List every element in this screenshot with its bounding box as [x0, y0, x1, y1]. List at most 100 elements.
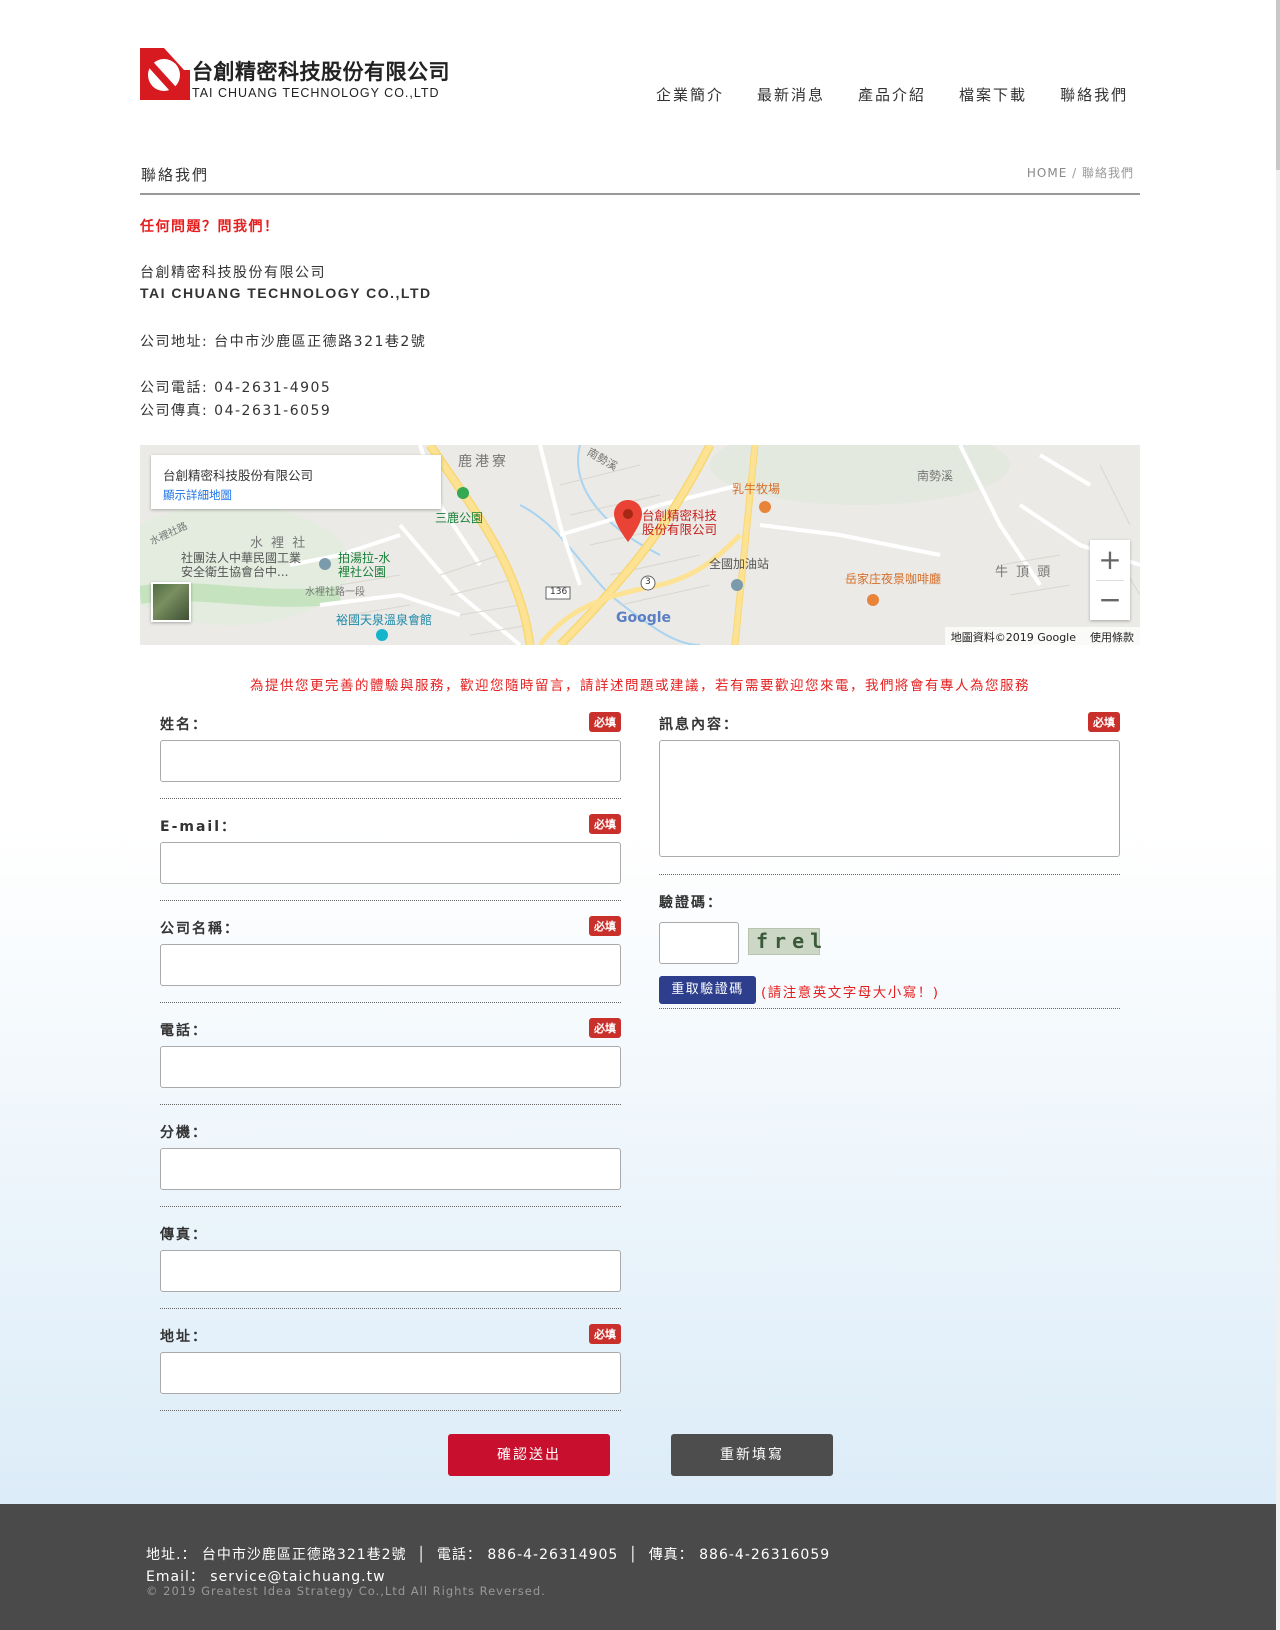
- refresh-captcha-button[interactable]: 重取驗證碼: [659, 976, 756, 1004]
- google-map[interactable]: 台創精密科技 股份有限公司 鹿港寮 南勢溪 南勢溪 乳牛牧場 三鹿公園 水 裡 …: [140, 445, 1140, 645]
- map-label-patong-park: 拍湯拉-水 裡社公園: [338, 551, 390, 579]
- phone-input[interactable]: [160, 1046, 621, 1088]
- map-label-association-2: 安全衛生協會台中...: [181, 565, 289, 579]
- map-route-136: 136: [550, 587, 568, 597]
- footer-divider: │: [628, 1547, 639, 1563]
- map-label-milk-farm: 乳牛牧場: [732, 482, 781, 496]
- satellite-toggle[interactable]: [151, 582, 191, 622]
- field-divider: [160, 1104, 621, 1105]
- view-larger-map-link[interactable]: 顯示詳細地圖: [163, 487, 232, 503]
- map-label-niuding: 牛 頂 頭: [995, 565, 1053, 580]
- breadcrumb-separator: /: [1072, 166, 1078, 180]
- company-address: 公司地址: 台中市沙鹿區正德路321巷2號: [140, 334, 427, 350]
- footer-address: 台中市沙鹿區正德路321巷2號: [201, 1547, 407, 1563]
- map-route-3: 3: [645, 577, 651, 587]
- map-label-shuili: 水 裡 社: [250, 536, 308, 551]
- ask-heading: 任何問題？問我們！: [140, 219, 280, 235]
- fax-input[interactable]: [160, 1250, 621, 1292]
- footer-address-label: 地址.：: [146, 1547, 197, 1563]
- map-label-cafe: 岳家庄夜景咖啡廳: [845, 572, 942, 586]
- required-badge: 必填: [589, 1018, 621, 1038]
- google-logo: Google: [616, 610, 672, 626]
- company-name-en: TAI CHUANG TECHNOLOGY CO.,LTD: [140, 285, 432, 301]
- email-input[interactable]: [160, 842, 621, 884]
- field-divider: [659, 1008, 1120, 1009]
- page-title: 聯絡我們: [141, 166, 210, 184]
- location-pin-icon[interactable]: [614, 500, 642, 542]
- company-phone: 公司電話: 04-2631-4905: [140, 380, 332, 396]
- extension-label: 分機：: [160, 1125, 208, 1141]
- field-divider: [160, 900, 621, 901]
- map-label-hotspring: 裕國天泉溫泉會館: [336, 613, 433, 627]
- message-label: 訊息內容：: [659, 717, 739, 733]
- map-label-nanshi: 南勢溪: [917, 469, 954, 483]
- required-badge: 必填: [589, 814, 621, 834]
- page: 台創精密科技股份有限公司 TAI CHUANG TECHNOLOGY CO.,L…: [0, 0, 1280, 1630]
- form-intro-note: 為提供您更完善的體驗與服務，歡迎您隨時留言，請詳述問題或建議，若有需要歡迎您來電…: [250, 678, 1030, 694]
- pin-label-line-1: 台創精密科技: [642, 508, 718, 523]
- footer-copyright: © 2019 Greatest Idea Strategy Co.,Ltd Al…: [146, 1584, 546, 1598]
- scrollbar-track[interactable]: [1276, 0, 1280, 1630]
- nav-downloads[interactable]: 檔案下載: [959, 84, 1027, 105]
- nav-products[interactable]: 產品介紹: [858, 84, 926, 105]
- map-footer: 地圖資料©2019 Google 使用條款: [944, 627, 1140, 645]
- zoom-out-button[interactable]: −: [1090, 580, 1130, 620]
- footer-email-line: Email： service@taichuang.tw: [146, 1566, 386, 1586]
- map-data-credit: 地圖資料©2019 Google: [950, 631, 1076, 644]
- footer-fax-label: 傳真：: [648, 1547, 694, 1563]
- map-label-patong-1: 拍湯拉-水: [338, 551, 391, 565]
- scrollbar-thumb[interactable]: [1276, 0, 1280, 170]
- breadcrumb-current: 聯絡我們: [1081, 166, 1134, 180]
- pin-label-line-2: 股份有限公司: [642, 522, 718, 537]
- logo-mark-icon: [140, 48, 190, 102]
- zoom-in-button[interactable]: +: [1090, 540, 1130, 580]
- captcha-label: 驗證碼：: [659, 895, 723, 911]
- title-bar: 聯絡我們 HOME / 聯絡我們: [140, 160, 1140, 195]
- breadcrumb: HOME / 聯絡我們: [1027, 164, 1134, 181]
- fax-label: 傳真：: [160, 1227, 208, 1243]
- pin-label: 台創精密科技 股份有限公司: [642, 509, 717, 537]
- map-zoom-controls: + −: [1090, 540, 1130, 620]
- footer-fax: 886-4-26316059: [699, 1547, 831, 1563]
- breadcrumb-home[interactable]: HOME: [1027, 166, 1067, 180]
- field-divider: [659, 874, 1120, 875]
- map-label-association-1: 社團法人中華民國工業: [181, 551, 302, 565]
- submit-button[interactable]: 確認送出: [448, 1434, 610, 1476]
- field-divider: [160, 1206, 621, 1207]
- phone-label: 電話：: [160, 1023, 208, 1039]
- footer-phone-label: 電話：: [436, 1547, 482, 1563]
- required-badge: 必填: [589, 712, 621, 732]
- name-input[interactable]: [160, 740, 621, 782]
- nav-about[interactable]: 企業簡介: [656, 84, 724, 105]
- site-footer: 地址.： 台中市沙鹿區正德路321巷2號 │ 電話： 886-4-2631490…: [0, 1504, 1280, 1630]
- nav-contact[interactable]: 聯絡我們: [1060, 84, 1128, 105]
- field-divider: [160, 1002, 621, 1003]
- map-label-sanlu-park: 三鹿公園: [435, 511, 484, 525]
- field-divider: [160, 1410, 621, 1411]
- company-input[interactable]: [160, 944, 621, 986]
- captcha-input[interactable]: [659, 922, 739, 964]
- reset-button[interactable]: 重新填寫: [671, 1434, 833, 1476]
- map-label-association: 社團法人中華民國工業 安全衛生協會台中...: [181, 551, 301, 579]
- map-place-title: 台創精密科技股份有限公司: [163, 468, 314, 483]
- company-label: 公司名稱：: [160, 921, 240, 937]
- field-divider: [160, 1308, 621, 1309]
- company-fax: 公司傳真: 04-2631-6059: [140, 403, 332, 419]
- message-textarea[interactable]: [659, 740, 1120, 857]
- company-logo[interactable]: 台創精密科技股份有限公司 TAI CHUANG TECHNOLOGY CO.,L…: [140, 48, 450, 104]
- required-badge: 必填: [1088, 712, 1120, 732]
- address-input[interactable]: [160, 1352, 621, 1394]
- case-sensitivity-note: (請注意英文字母大小寫！): [761, 985, 940, 1001]
- footer-divider: │: [417, 1547, 427, 1563]
- map-label-shuili-road-1: 水裡社路一段: [305, 587, 365, 598]
- main-nav: 企業簡介 最新消息 產品介紹 檔案下載 聯絡我們: [656, 84, 1161, 105]
- nav-news[interactable]: 最新消息: [757, 84, 825, 105]
- address-label: 地址：: [160, 1329, 208, 1345]
- map-place-card: 台創精密科技股份有限公司 顯示詳細地圖: [151, 455, 441, 509]
- map-terms-link[interactable]: 使用條款: [1090, 631, 1134, 644]
- logo-english-name: TAI CHUANG TECHNOLOGY CO.,LTD: [192, 86, 440, 100]
- footer-contact-line: 地址.： 台中市沙鹿區正德路321巷2號 │ 電話： 886-4-2631490…: [146, 1544, 830, 1564]
- footer-email-link[interactable]: service@taichuang.tw: [210, 1569, 385, 1585]
- extension-input[interactable]: [160, 1148, 621, 1190]
- map-label-lugang: 鹿港寮: [458, 454, 509, 470]
